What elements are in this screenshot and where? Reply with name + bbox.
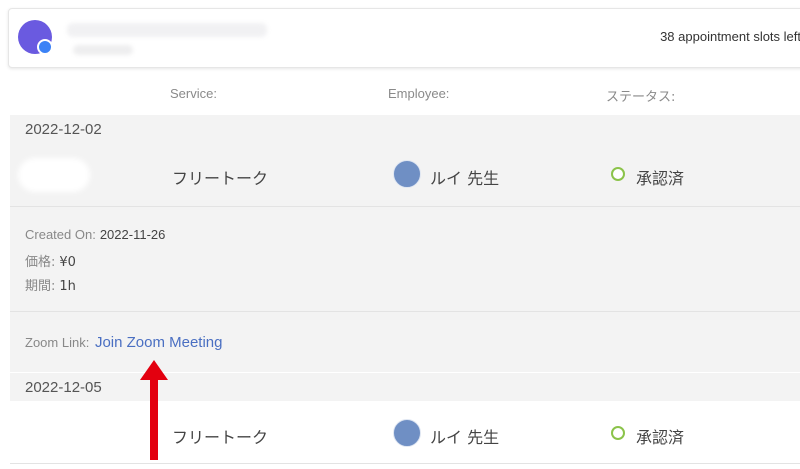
join-zoom-meeting-link[interactable]: Join Zoom Meeting [95,334,223,351]
appointment-service[interactable]: フリートーク [172,424,268,448]
column-header-service: Service: [170,86,217,101]
created-on-row: Created On: 2022-11-26 [25,227,165,242]
blurred-client-avatar [18,158,90,192]
created-on-value: 2022-11-26 [99,227,166,242]
divider [10,463,800,464]
created-on-label: Created On: [25,227,96,242]
column-header-employee: Employee: [388,86,450,101]
duration-label: 期間: [25,279,56,294]
appointment-status: 承認済 [636,428,685,447]
status-circle-icon [611,167,625,181]
user-avatar-icon [18,20,53,55]
red-arrow-annotation-icon [140,360,168,460]
appointment-date: 2022-12-05 [25,379,102,396]
blurred-customer-name [67,23,267,37]
status-circle-icon [611,426,625,440]
appointment-employee: ルイ 先生 [430,169,500,188]
duration-value: 1h [59,279,76,294]
appointment-employee: ルイ 先生 [430,428,500,447]
column-header-status: ステータス: [606,90,676,105]
blurred-customer-detail [73,45,133,55]
price-label: 価格: [25,255,56,270]
duration-row: 期間: 1h [25,275,76,294]
divider [10,206,800,207]
appointment-status: 承認済 [636,169,685,188]
online-status-dot [37,39,53,55]
employee-avatar-icon [393,160,421,188]
price-row: 価格: ¥0 [25,251,76,270]
employee-avatar-icon [393,419,421,447]
price-value: ¥0 [59,255,76,270]
zoom-link-label: Zoom Link: [25,335,90,350]
appointment-group-2-date-band [10,373,800,401]
customer-header-card: 38 appointment slots left [8,8,800,68]
divider [10,311,800,312]
slots-left-text: 38 appointment slots left [660,29,800,44]
zoom-link-row: Zoom Link: Join Zoom Meeting [25,334,223,351]
appointment-service[interactable]: フリートーク [172,165,268,189]
appointment-date: 2022-12-02 [25,121,102,138]
